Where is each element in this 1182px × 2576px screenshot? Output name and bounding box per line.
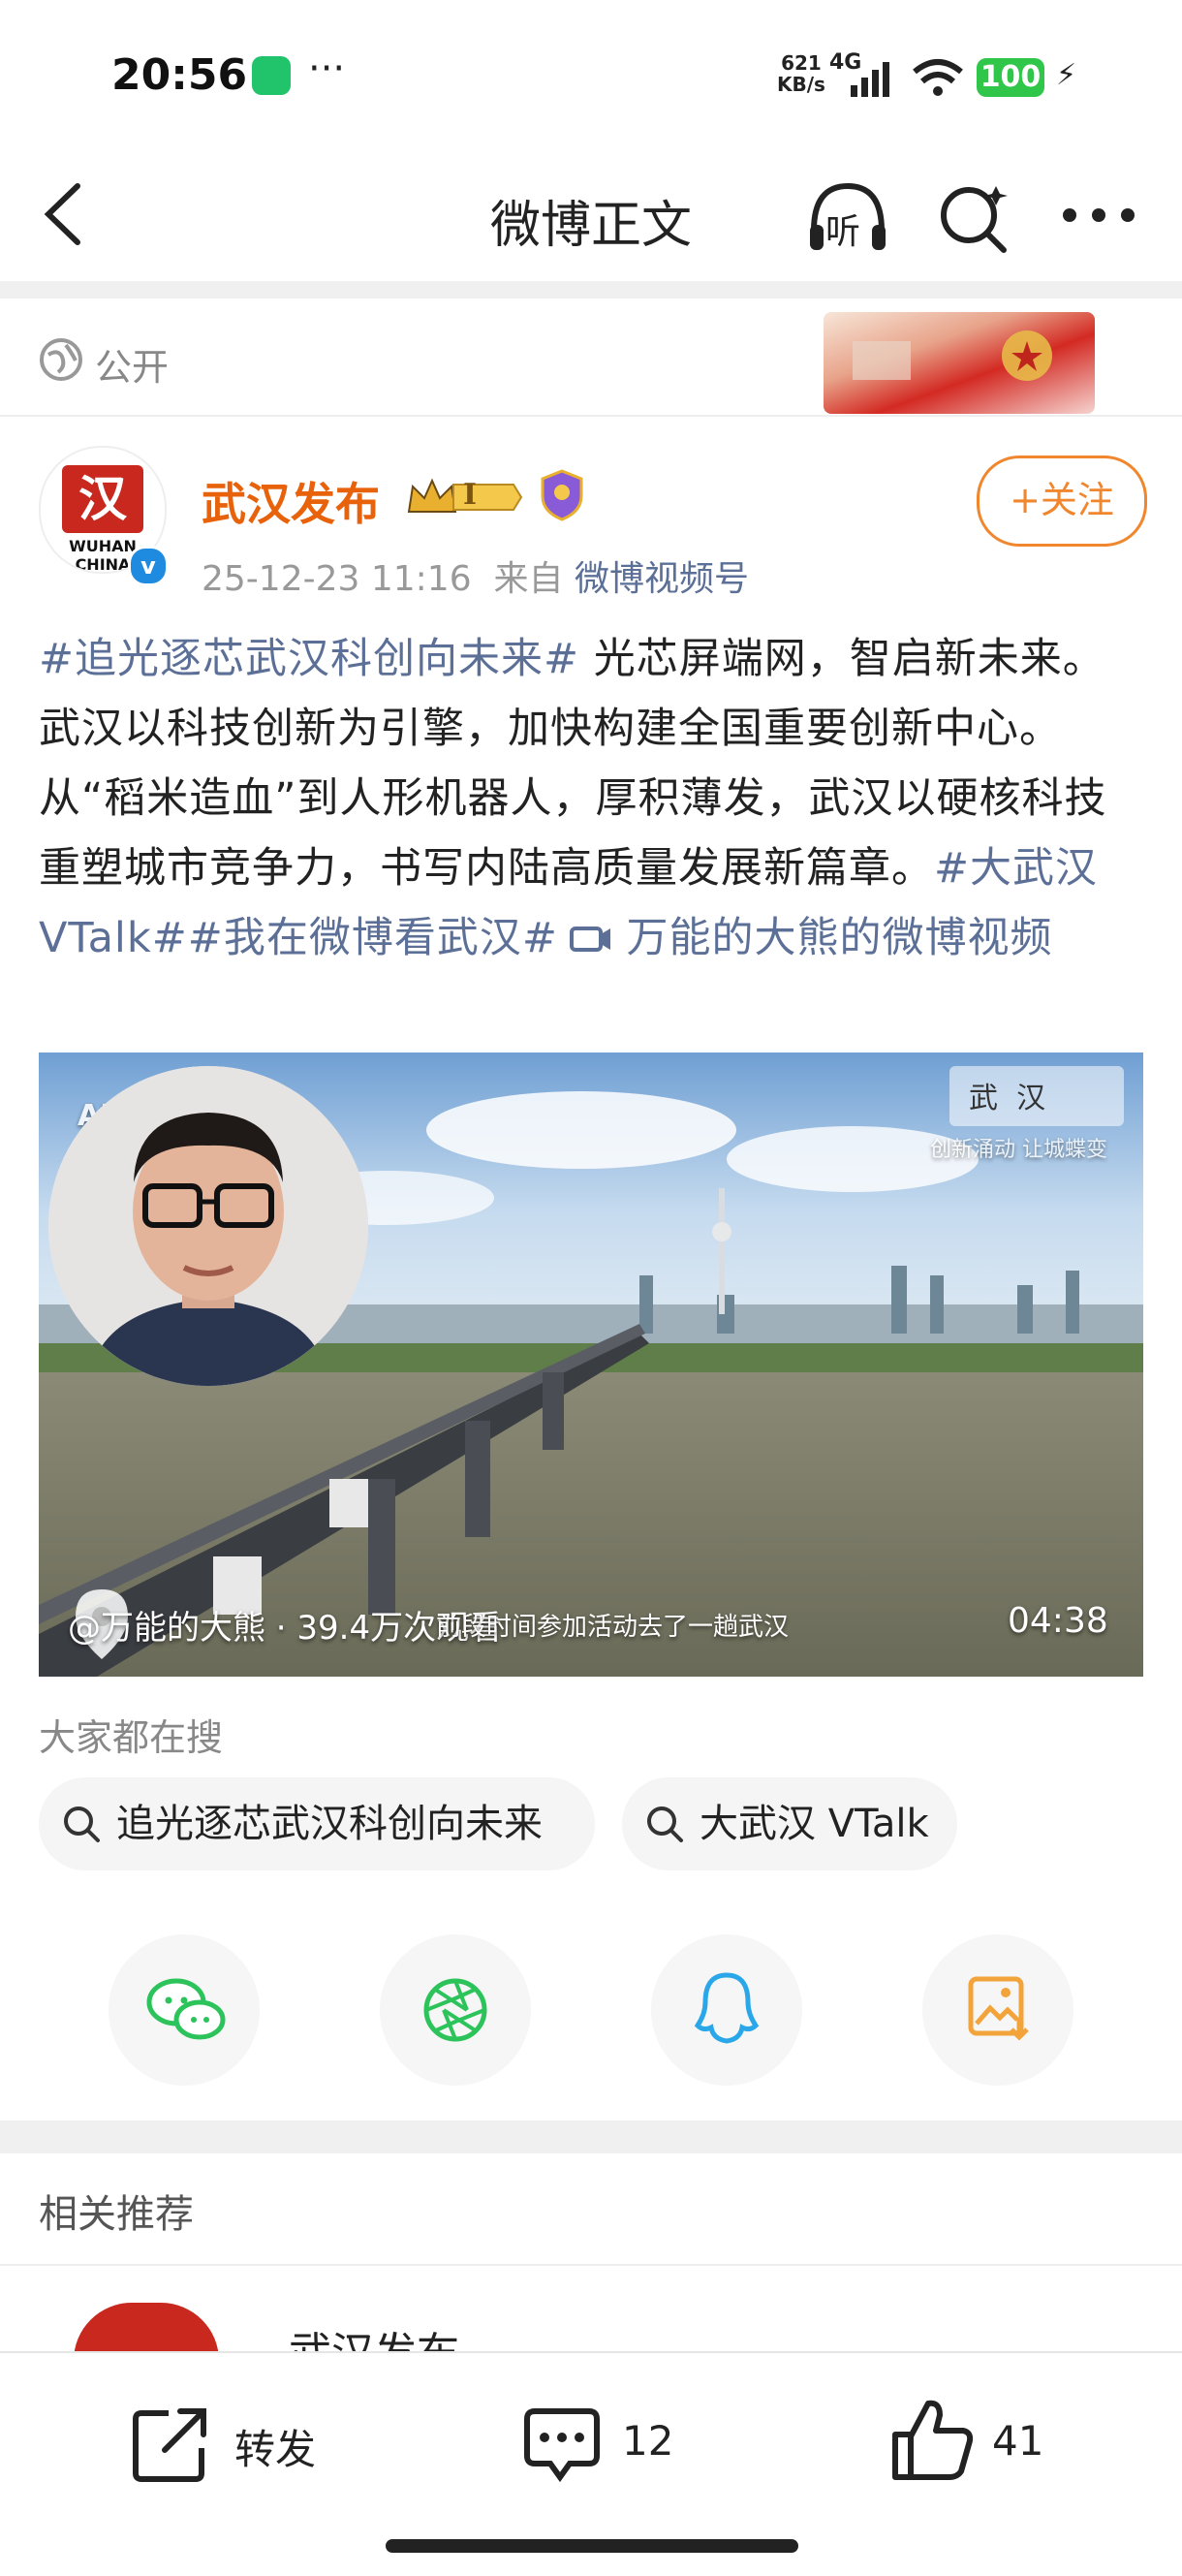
verified-badge-icon: v	[128, 546, 169, 586]
like-count: 41	[992, 2417, 1044, 2465]
comment-button[interactable]: 12	[521, 2400, 715, 2487]
share-wechat-button[interactable]	[109, 1934, 260, 2086]
globe-icon	[40, 338, 82, 381]
repost-button[interactable]: 转发	[130, 2400, 362, 2487]
charging-icon: ⚡	[1056, 58, 1077, 92]
post-content: #追光逐芯武汉科创向未来# 光芯屏端网，智启新未来。武汉以科技创新为引擎，加快构…	[39, 624, 1143, 973]
comment-count: 12	[622, 2417, 674, 2465]
visibility-label: 公开	[95, 346, 170, 389]
home-indicator	[386, 2539, 798, 2553]
row-divider	[0, 2264, 1182, 2266]
search-icon	[64, 1806, 100, 1842]
brand-box: 武 汉	[949, 1066, 1124, 1126]
post-meta: 25-12-23 11:16 来自 微博视频号	[202, 559, 749, 599]
battery-indicator: 100	[977, 58, 1044, 97]
video-subtitle: 前段时间参加活动去了一趟武汉	[436, 1613, 790, 1642]
brand-subtitle: 创新涌动 让城蝶变	[930, 1138, 1107, 1162]
hot-search-title: 大家都在搜	[39, 1716, 224, 1759]
more-options-icon[interactable]	[1060, 204, 1137, 227]
member-level: I	[463, 478, 478, 512]
signal-icon	[851, 62, 889, 97]
author-name[interactable]: 武汉发布	[202, 469, 380, 533]
related-title: 相关推荐	[39, 2192, 194, 2237]
qq-icon	[694, 1972, 760, 2044]
row-divider	[0, 415, 1182, 417]
status-bar: 20:56 ··· 621 KB/s 4G 100 ⚡	[0, 0, 1182, 145]
video-duration: 04:38	[1008, 1601, 1108, 1641]
moments-icon	[423, 1978, 487, 2042]
search-icon	[647, 1806, 683, 1842]
hot-search-chip[interactable]: 大武汉 VTalk	[622, 1777, 957, 1870]
follow-button[interactable]: +关注	[977, 456, 1147, 547]
decorative-banner	[824, 312, 1095, 414]
app-notification-icon	[252, 56, 291, 95]
share-moments-button[interactable]	[380, 1934, 531, 2086]
status-time: 20:56	[111, 50, 248, 100]
topic-tag[interactable]: #追光逐芯武汉科创向未来#	[39, 635, 579, 683]
section-divider	[0, 281, 1182, 298]
wifi-icon	[913, 59, 963, 96]
video-link[interactable]: 万能的大熊的微博视频	[558, 914, 1053, 962]
save-image-button[interactable]	[922, 1934, 1073, 2086]
listen-button[interactable]: 听	[804, 174, 891, 262]
thumbs-up-icon	[892, 2400, 974, 2480]
section-divider	[0, 2120, 1182, 2153]
nav-bar: 微博正文 听	[0, 145, 1182, 281]
comment-icon	[524, 2408, 600, 2483]
presenter-avatar	[48, 1066, 368, 1386]
net-speed: 621 KB/s	[777, 51, 825, 96]
more-notifications-icon: ···	[308, 47, 346, 91]
search-icon[interactable]	[936, 180, 1010, 254]
save-image-icon	[968, 1976, 1029, 2041]
like-button[interactable]: 41	[889, 2396, 1083, 2489]
topic-tag[interactable]: #我在微博看武汉#	[188, 914, 558, 962]
hot-search-chip[interactable]: 追光逐芯武汉科创向未来	[39, 1777, 595, 1870]
related-name[interactable]: 武汉发布	[289, 2318, 459, 2353]
wechat-icon	[146, 1978, 226, 2040]
post-source[interactable]: 微博视频号	[575, 559, 749, 599]
post-time: 25-12-23 11:16	[202, 559, 472, 599]
repost-icon	[133, 2408, 206, 2482]
video-link-icon	[569, 927, 610, 952]
share-qq-button[interactable]	[651, 1934, 802, 2086]
shield-badge-icon	[541, 469, 583, 521]
